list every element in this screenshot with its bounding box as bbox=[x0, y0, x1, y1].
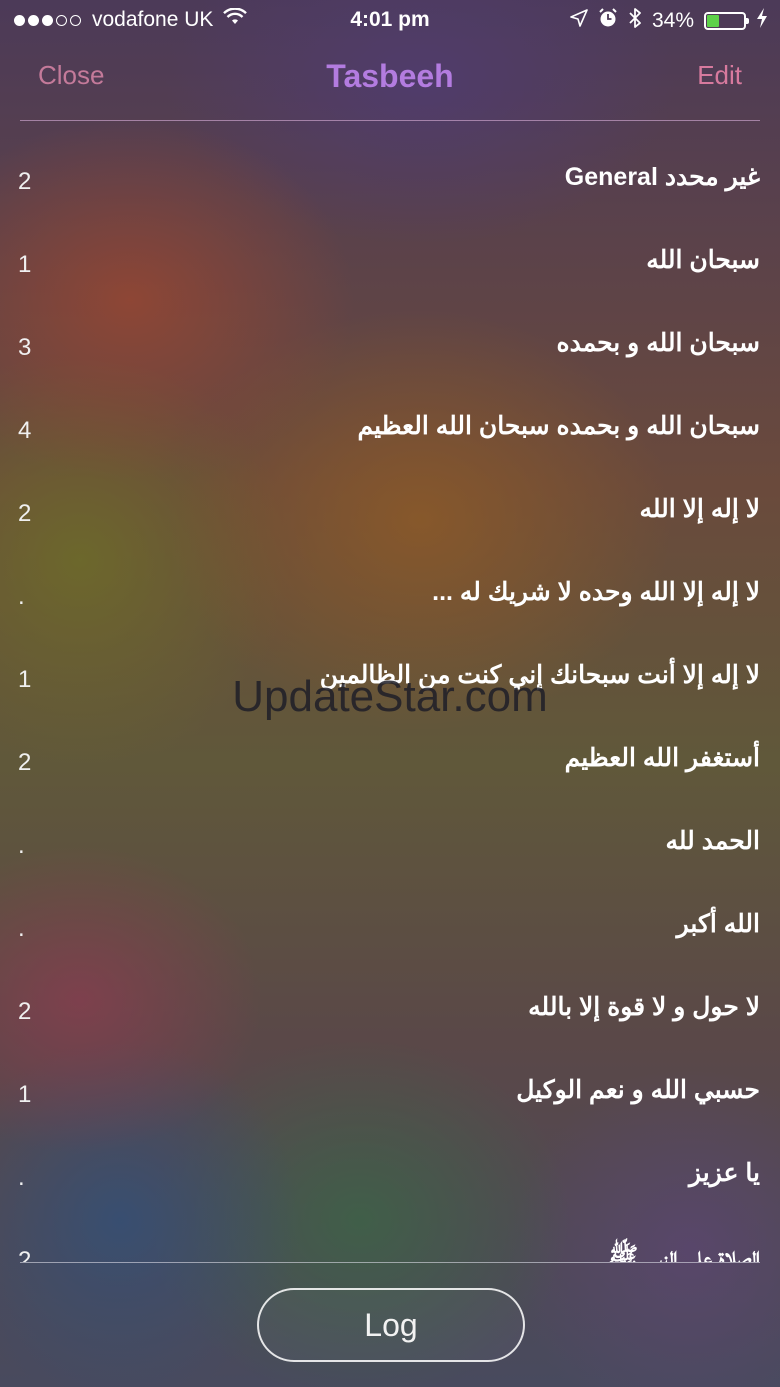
list-item[interactable]: 2 غير محدد General bbox=[0, 138, 780, 221]
item-count: 1 bbox=[18, 251, 32, 278]
battery-icon bbox=[704, 12, 749, 30]
item-count: 2 bbox=[18, 749, 32, 776]
item-count: . bbox=[18, 1164, 25, 1191]
item-count: 2 bbox=[18, 168, 32, 195]
item-count: 2 bbox=[18, 500, 32, 527]
charging-icon bbox=[756, 8, 768, 34]
battery-percent: 34% bbox=[651, 9, 694, 32]
item-label: حسبي الله و نعم الوكيل bbox=[516, 1076, 760, 1104]
list-item[interactable]: . يا عزيز bbox=[0, 1134, 780, 1217]
page-title: Tasbeeh bbox=[326, 58, 454, 94]
item-label: غير محدد General bbox=[564, 163, 760, 191]
list-item[interactable]: 1 سبحان الله bbox=[0, 221, 780, 304]
list-item[interactable]: . لا إله إلا الله وحده لا شريك له ... bbox=[0, 553, 780, 636]
item-label: الصلاة على النبي ﷺ bbox=[608, 1243, 760, 1262]
nav-bar: Close Tasbeeh Edit bbox=[0, 50, 780, 120]
battery-level-fill bbox=[707, 15, 720, 27]
item-label: يا عزيز bbox=[689, 1159, 760, 1187]
item-count: 4 bbox=[18, 417, 32, 444]
edit-button[interactable]: Edit bbox=[697, 60, 742, 91]
item-count: . bbox=[18, 915, 25, 942]
item-label: لا إله إلا الله وحده لا شريك له ... bbox=[432, 578, 760, 606]
alarm-icon bbox=[598, 8, 618, 34]
item-label: سبحان الله bbox=[646, 246, 760, 274]
item-label: سبحان الله و بحمده سبحان الله العظيم bbox=[357, 412, 760, 440]
item-label: الله أكبر bbox=[676, 910, 760, 938]
item-count: . bbox=[18, 832, 25, 859]
item-label: الحمد لله bbox=[665, 827, 760, 855]
item-label: لا حول و لا قوة إلا بالله bbox=[528, 993, 760, 1021]
list-item[interactable]: 4 سبحان الله و بحمده سبحان الله العظيم bbox=[0, 387, 780, 470]
item-count: . bbox=[18, 583, 25, 610]
nav-divider bbox=[20, 120, 760, 121]
list-item[interactable]: 1 لا إله إلا أنت سبحانك إني كنت من الظالم… bbox=[0, 636, 780, 719]
status-right: 34% bbox=[570, 7, 768, 35]
list-item[interactable]: 2 لا حول و لا قوة إلا بالله bbox=[0, 968, 780, 1051]
list-item[interactable]: 2 لا إله إلا الله bbox=[0, 470, 780, 553]
item-count: 3 bbox=[18, 334, 32, 361]
list-item[interactable]: 3 سبحان الله و بحمده bbox=[0, 304, 780, 387]
list-item[interactable]: 1 حسبي الله و نعم الوكيل bbox=[0, 1051, 780, 1134]
list-item[interactable]: 2 الصلاة على النبي ﷺ bbox=[0, 1217, 780, 1262]
status-bar: vodafone UK 4:01 pm 34% bbox=[0, 0, 780, 40]
list-item[interactable]: 2 أستغفر الله العظيم bbox=[0, 719, 780, 802]
item-count: 2 bbox=[18, 998, 32, 1025]
list-item[interactable]: . الحمد لله bbox=[0, 802, 780, 885]
item-label: أستغفر الله العظيم bbox=[564, 744, 760, 772]
item-count: 2 bbox=[18, 1247, 32, 1262]
list-divider bbox=[20, 1262, 760, 1263]
item-label: سبحان الله و بحمده bbox=[556, 329, 760, 357]
log-button[interactable]: Log bbox=[257, 1288, 525, 1362]
battery-cap bbox=[746, 18, 749, 24]
item-label: لا إله إلا أنت سبحانك إني كنت من الظالمي… bbox=[319, 661, 760, 689]
item-label: لا إله إلا الله bbox=[639, 495, 760, 523]
tasbeeh-list[interactable]: 2 غير محدد General 1 سبحان الله 3 سبحان الله … bbox=[0, 138, 780, 1262]
bluetooth-icon bbox=[628, 7, 642, 35]
item-count: 1 bbox=[18, 1081, 32, 1108]
location-icon bbox=[570, 9, 588, 33]
list-item[interactable]: . الله أكبر bbox=[0, 885, 780, 968]
item-count: 1 bbox=[18, 666, 32, 693]
